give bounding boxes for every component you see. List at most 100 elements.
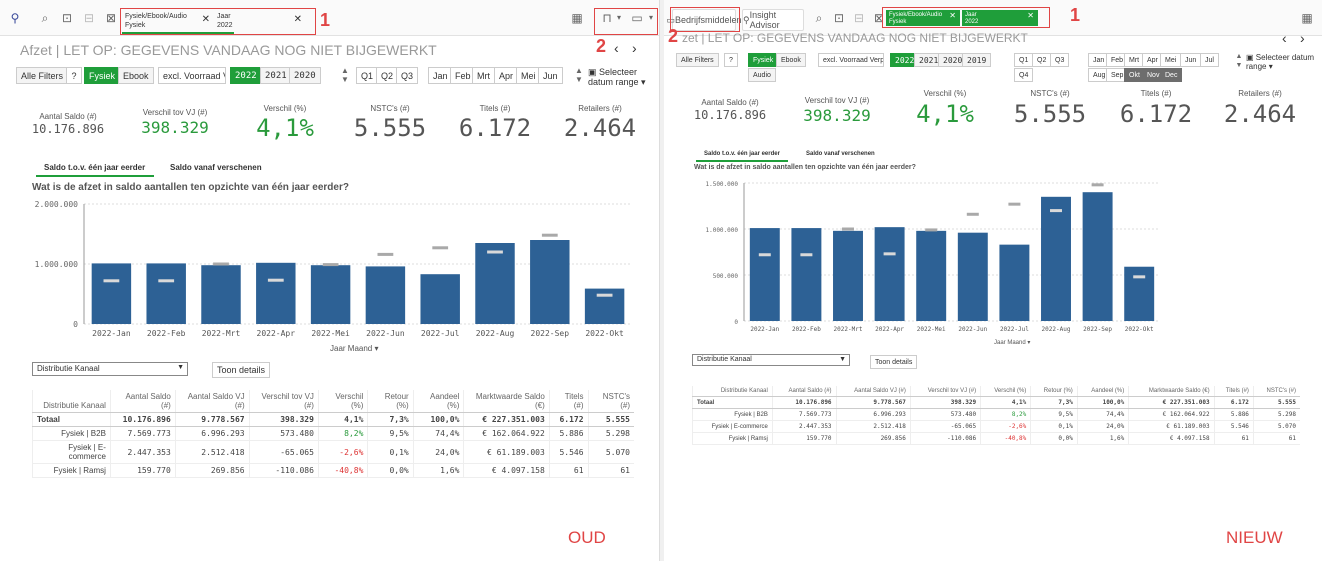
column-header[interactable]: Retour (%) — [367, 390, 414, 413]
selection-step-back-icon[interactable]: ⊡ — [830, 8, 848, 28]
quarter-q1-button[interactable]: Q1 — [356, 67, 379, 84]
year-2020-button[interactable]: 2020 — [289, 67, 321, 84]
x-axis-title[interactable]: Jaar Maand ▾ — [330, 344, 379, 353]
month-jan-button[interactable]: Jan — [428, 67, 453, 84]
format-ebook-button[interactable]: Ebook — [776, 53, 806, 67]
column-header[interactable]: Verschil (%) — [317, 390, 368, 413]
tab-saldo-jaar-eerder[interactable]: Saldo t.o.v. één jaar eerder — [44, 163, 145, 172]
tab-saldo-jaar-eerder[interactable]: Saldo t.o.v. één jaar eerder — [704, 151, 780, 157]
format-fysiek-button[interactable]: Fysiek — [748, 53, 779, 67]
y-tick-label: 1.000.000 — [705, 227, 738, 234]
month-mei-button[interactable]: Mei — [516, 67, 541, 84]
help-icon[interactable]: ? — [724, 53, 738, 67]
month-dec-button[interactable]: Dec — [1160, 68, 1183, 82]
next-sheet-icon[interactable]: › — [632, 40, 637, 56]
quarter-q4-button[interactable]: Q4 — [1014, 68, 1034, 82]
column-header[interactable]: Titels (#) — [548, 390, 589, 413]
date-range-selector[interactable]: ▣ Selecteer datum range ▾ — [588, 67, 652, 87]
quarter-q1-button[interactable]: Q1 — [1014, 53, 1034, 67]
stock-filter-dropdown[interactable]: excl. Voorraad Verplt — [818, 53, 884, 67]
all-filters-button[interactable]: Alle Filters — [16, 67, 69, 84]
tab-saldo-vanaf-verschenen[interactable]: Saldo vanaf verschenen — [170, 163, 262, 172]
column-header[interactable]: Titels (#) — [1213, 386, 1254, 397]
format-audio-button[interactable]: Audio — [748, 68, 776, 82]
show-details-button[interactable]: Toon details — [870, 355, 918, 369]
smart-search-icon[interactable]: ⌕ — [810, 8, 828, 28]
format-ebook-button[interactable]: Ebook — [118, 67, 154, 84]
quarter-q3-button[interactable]: Q3 — [1050, 53, 1070, 67]
column-header[interactable]: Aantal Saldo VJ (#) — [835, 386, 911, 397]
smart-search-icon[interactable]: ⌕ — [36, 8, 54, 28]
bar — [1041, 196, 1071, 321]
column-header[interactable]: Distributie Kanaal — [32, 390, 111, 413]
step-forward-icon[interactable]: ⊟ — [80, 8, 98, 28]
selection-step-back-icon[interactable]: ⊡ — [58, 8, 76, 28]
insight-icon[interactable]: ⚲ — [6, 8, 24, 28]
distribution-channel-dropdown[interactable]: Distributie Kanaal — [32, 362, 188, 376]
table-cell: 9,5% — [1030, 408, 1078, 421]
data-table: Distributie Kanaal Aantal Saldo (#) Aantal… — [692, 386, 1300, 445]
column-header[interactable]: Aandeel (%) — [1076, 386, 1129, 397]
year-2019-button[interactable]: 2019 — [962, 53, 992, 67]
distribution-channel-dropdown[interactable]: Distributie Kanaal — [692, 354, 850, 366]
column-header[interactable]: Aantal Saldo (#) — [771, 386, 837, 397]
column-header[interactable]: NSTC's (#) — [1252, 386, 1300, 397]
column-header[interactable]: NSTC's (#) — [587, 390, 634, 413]
month-mrt-button[interactable]: Mrt — [472, 67, 495, 84]
month-jun-button[interactable]: Jun — [538, 67, 563, 84]
prior-year-marker — [842, 227, 854, 231]
all-filters-button[interactable]: Alle Filters — [676, 53, 719, 67]
bar — [475, 243, 515, 324]
x-tick-label: 2022-Jan — [92, 329, 131, 338]
column-header[interactable]: Verschil tov VJ (#) — [909, 386, 981, 397]
table-cell: 100,0% — [412, 412, 464, 427]
tab-saldo-vanaf-verschenen[interactable]: Saldo vanaf verschenen — [806, 151, 875, 157]
x-axis-title[interactable]: Jaar Maand ▾ — [994, 339, 1030, 346]
scroll-arrows-icon[interactable]: ▲ ▼ — [336, 66, 354, 84]
table-cell: 5.070 — [587, 440, 634, 464]
prev-sheet-icon[interactable]: ‹ — [1282, 30, 1287, 46]
kpi-label: Titels (#) — [479, 104, 511, 113]
prev-sheet-icon[interactable]: ‹ — [614, 40, 619, 56]
x-tick-label: 2022-Sep — [531, 329, 570, 338]
date-range-selector[interactable]: ▣ Selecteer datum range ▾ — [1246, 53, 1316, 71]
column-header[interactable]: Aantal Saldo VJ (#) — [174, 390, 250, 413]
table-cell: € 227.351.003 — [1128, 396, 1215, 409]
quarter-q3-button[interactable]: Q3 — [396, 67, 419, 84]
month-apr-button[interactable]: Apr — [494, 67, 519, 84]
year-2021-button[interactable]: 2021 — [260, 67, 292, 84]
table-cell: 0,0% — [1030, 432, 1078, 445]
table-cell: € 61.189.003 — [463, 440, 550, 464]
column-header[interactable]: Verschil (%) — [980, 386, 1031, 397]
insight-advisor-button[interactable]: ⚲ Insight Advisor — [742, 9, 804, 31]
grid-icon[interactable]: ▦ — [568, 8, 586, 28]
next-sheet-icon[interactable]: › — [1300, 30, 1305, 46]
column-header[interactable]: Distributie Kanaal — [692, 386, 773, 397]
column-header[interactable]: Verschil tov VJ (#) — [248, 390, 319, 413]
grid-icon[interactable]: ▦ — [1298, 8, 1316, 28]
column-header[interactable]: Aantal Saldo (#) — [109, 390, 176, 413]
month-mei-button[interactable]: Mei — [1160, 53, 1182, 67]
kpi-label: Verschil tov VJ (#) — [142, 108, 208, 117]
column-header[interactable]: Marktwaarde Saldo (€) — [463, 390, 550, 413]
column-header[interactable]: Retour (%) — [1030, 386, 1078, 397]
month-jun-button[interactable]: Jun — [1180, 53, 1202, 67]
month-jul-button[interactable]: Jul — [1200, 53, 1219, 67]
format-fysiek-button[interactable]: Fysiek — [84, 67, 121, 84]
stock-filter-dropdown[interactable]: excl. Voorraad Ve — [158, 67, 226, 84]
scroll-arrows-icon[interactable]: ▲ ▼ — [570, 66, 588, 84]
help-icon[interactable]: ? — [66, 67, 82, 84]
clear-selections-icon[interactable]: ⊠ — [102, 8, 120, 28]
column-header[interactable]: Marktwaarde Saldo (€) — [1128, 386, 1215, 397]
step-forward-icon[interactable]: ⊟ — [850, 8, 868, 28]
annotation-number: 1 — [320, 10, 331, 30]
year-2022-button[interactable]: 2022 — [230, 67, 262, 84]
show-details-button[interactable]: Toon details — [212, 362, 271, 378]
bar — [365, 266, 406, 324]
quarter-q2-button[interactable]: Q2 — [376, 67, 399, 84]
prior-year-marker — [267, 278, 284, 282]
quarter-q2-button[interactable]: Q2 — [1032, 53, 1052, 67]
kpi-label: Aantal Saldo (#) — [701, 98, 759, 107]
kpi-label: Verschil tov VJ (#) — [804, 96, 870, 105]
column-header[interactable]: Aandeel (%) — [412, 390, 464, 413]
